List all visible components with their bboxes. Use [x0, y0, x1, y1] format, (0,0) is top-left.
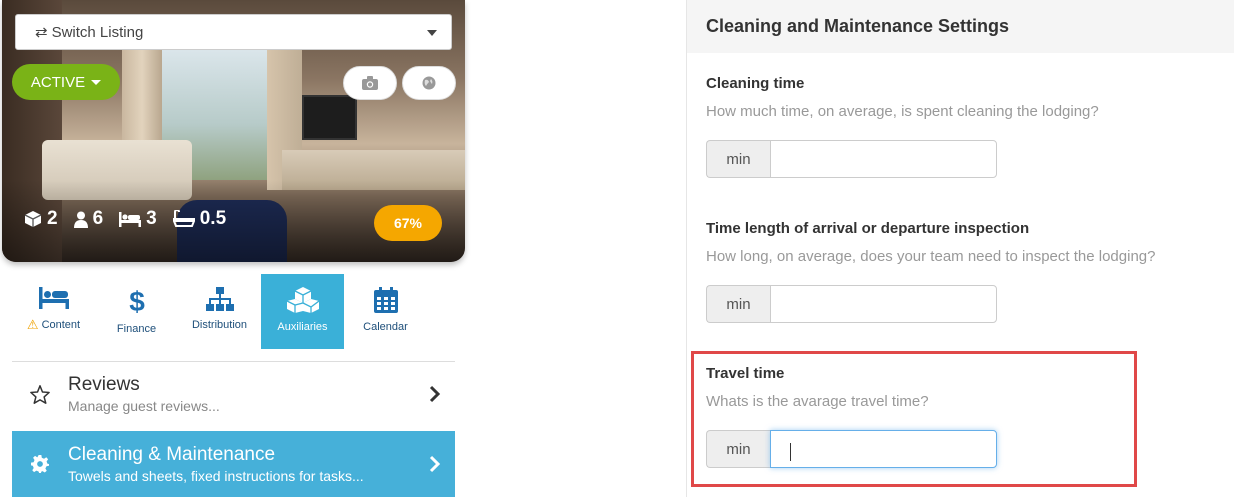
tab-distribution[interactable]: Distribution — [178, 274, 261, 349]
chevron-right-icon — [429, 385, 441, 403]
dollar-icon: $ — [129, 287, 145, 315]
travel-time-section: Travel time Whats is the avarage travel … — [706, 365, 1206, 468]
unit-addon: min — [706, 285, 770, 323]
tab-calendar[interactable]: Calendar — [344, 274, 427, 349]
inspection-time-input-group: min — [706, 285, 997, 323]
travel-time-input-group: min — [706, 430, 997, 468]
travel-time-help: Whats is the avarage travel time? — [706, 393, 929, 410]
switch-listing-dropdown[interactable]: ⇄ Switch Listing — [15, 14, 452, 50]
swap-icon: ⇄ — [35, 24, 48, 41]
gear-icon — [31, 455, 49, 473]
sitemap-icon — [205, 287, 234, 311]
cleaning-time-input-group: min — [706, 140, 997, 178]
bed-icon — [119, 212, 142, 227]
divider — [12, 361, 455, 362]
globe-icon — [422, 76, 436, 90]
cleaning-title: Cleaning & Maintenance — [68, 444, 276, 465]
cleaning-time-section: Cleaning time How much time, on average,… — [706, 75, 1206, 178]
camera-icon — [362, 76, 378, 90]
status-dropdown-button[interactable]: ACTIVE — [12, 64, 120, 100]
travel-time-input[interactable] — [770, 430, 997, 468]
cube-icon — [24, 211, 42, 227]
map-button[interactable] — [402, 66, 456, 100]
menu-item-reviews[interactable]: Reviews Manage guest reviews... — [12, 363, 455, 425]
chevron-right-icon — [429, 455, 441, 473]
cleaning-time-input[interactable] — [770, 140, 997, 178]
inspection-time-label: Time length of arrival or departure insp… — [706, 220, 1030, 237]
cleaning-time-help: How much time, on average, is spent clea… — [706, 103, 1099, 120]
cleaning-subtitle: Towels and sheets, fixed instructions fo… — [68, 468, 364, 484]
tab-auxiliaries[interactable]: Auxiliaries — [261, 274, 344, 349]
svg-text:$: $ — [129, 287, 145, 315]
switch-listing-label: Switch Listing — [51, 23, 144, 41]
tab-finance[interactable]: $ Finance — [95, 274, 178, 349]
text-cursor — [790, 443, 791, 461]
unit-addon: min — [706, 430, 770, 468]
caret-down-icon — [91, 79, 102, 85]
tab-content[interactable]: ⚠ Content — [12, 274, 95, 349]
app-root: ⇄ Switch Listing ACTIVE 2 6 3 0.5 67% ⚠ … — [0, 0, 1234, 497]
chevron-down-icon — [427, 30, 437, 36]
completion-badge[interactable]: 67% — [374, 205, 442, 241]
listing-sidebar: ⇄ Switch Listing ACTIVE 2 6 3 0.5 67% ⚠ … — [0, 0, 468, 497]
cubes-icon — [286, 287, 319, 313]
inspection-time-help: How long, on average, does your team nee… — [706, 248, 1156, 265]
menu-item-cleaning-maintenance[interactable]: Cleaning & Maintenance Towels and sheets… — [12, 431, 455, 497]
unit-addon: min — [706, 140, 770, 178]
listing-tabs: ⚠ Content $ Finance Distribution Auxilia… — [12, 274, 455, 349]
cleaning-time-label: Cleaning time — [706, 75, 805, 92]
listing-stats: 2 6 3 0.5 — [24, 208, 226, 230]
travel-time-label: Travel time — [706, 365, 785, 382]
photos-button[interactable] — [343, 66, 397, 100]
beds-stat: 3 — [119, 208, 157, 230]
star-icon — [30, 384, 50, 404]
bed-icon — [38, 287, 69, 309]
inspection-time-input[interactable] — [770, 285, 997, 323]
reviews-title: Reviews — [68, 374, 140, 395]
bathtub-icon — [172, 210, 195, 227]
rooms-stat: 2 — [24, 208, 58, 230]
status-label: ACTIVE — [30, 73, 86, 91]
settings-panel: Cleaning and Maintenance Settings Cleani… — [687, 0, 1234, 497]
warning-icon: ⚠ — [26, 317, 39, 332]
calendar-icon — [373, 287, 398, 313]
reviews-subtitle: Manage guest reviews... — [68, 398, 220, 414]
baths-stat: 0.5 — [172, 208, 226, 230]
settings-header: Cleaning and Maintenance Settings — [687, 0, 1234, 53]
inspection-time-section: Time length of arrival or departure insp… — [706, 220, 1206, 323]
guests-stat: 6 — [73, 208, 103, 230]
user-icon — [73, 211, 88, 228]
